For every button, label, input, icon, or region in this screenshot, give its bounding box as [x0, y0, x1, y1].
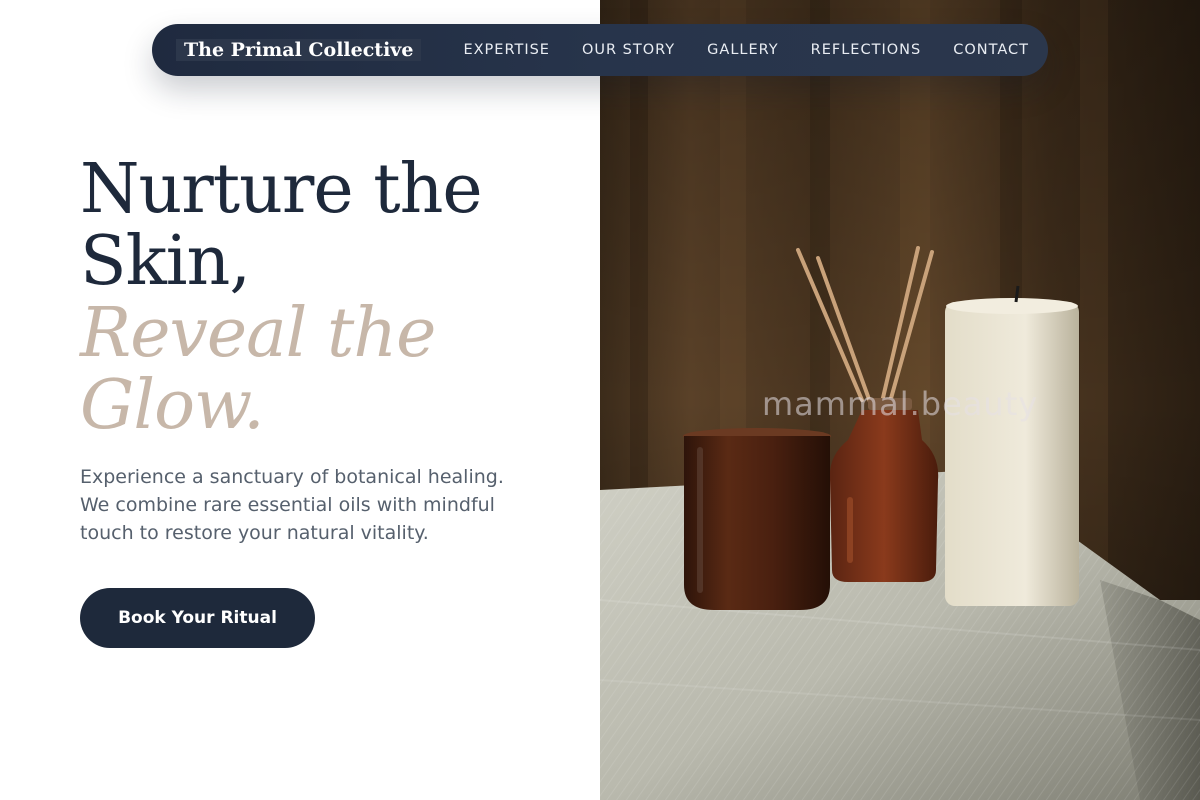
nav-link-reflections[interactable]: REFLECTIONS [811, 42, 922, 58]
image-watermark: mammal.beauty [762, 385, 1039, 423]
headline-accent-line: Reveal the [80, 294, 436, 373]
nav-link-gallery[interactable]: GALLERY [707, 42, 778, 58]
book-ritual-button[interactable]: Book Your Ritual [80, 588, 315, 648]
nav-link-our-story[interactable]: OUR STORY [582, 42, 675, 58]
nav-link-contact[interactable]: CONTACT [953, 42, 1029, 58]
landing-page: mammal.beauty The Primal Collective EXPE… [0, 0, 1200, 800]
description-line: touch to restore your natural vitality. [80, 522, 429, 544]
hero-description: Experience a sanctuary of botanical heal… [80, 463, 550, 547]
headline-line: Skin, [80, 222, 251, 301]
main-navbar: The Primal Collective EXPERTISE OUR STOR… [152, 24, 1048, 76]
description-line: Experience a sanctuary of botanical heal… [80, 466, 504, 488]
description-line: We combine rare essential oils with mind… [80, 494, 495, 516]
hero-image: mammal.beauty [600, 0, 1200, 800]
nav-link-expertise[interactable]: EXPERTISE [463, 42, 550, 58]
nav-links: EXPERTISE OUR STORY GALLERY REFLECTIONS … [463, 42, 1029, 58]
headline-accent-line: Glow. [80, 366, 265, 445]
brand-logo[interactable]: The Primal Collective [176, 39, 422, 61]
hero-headline: Nurture the Skin, Reveal the Glow. [80, 154, 580, 442]
headline-line: Nurture the [80, 150, 483, 229]
